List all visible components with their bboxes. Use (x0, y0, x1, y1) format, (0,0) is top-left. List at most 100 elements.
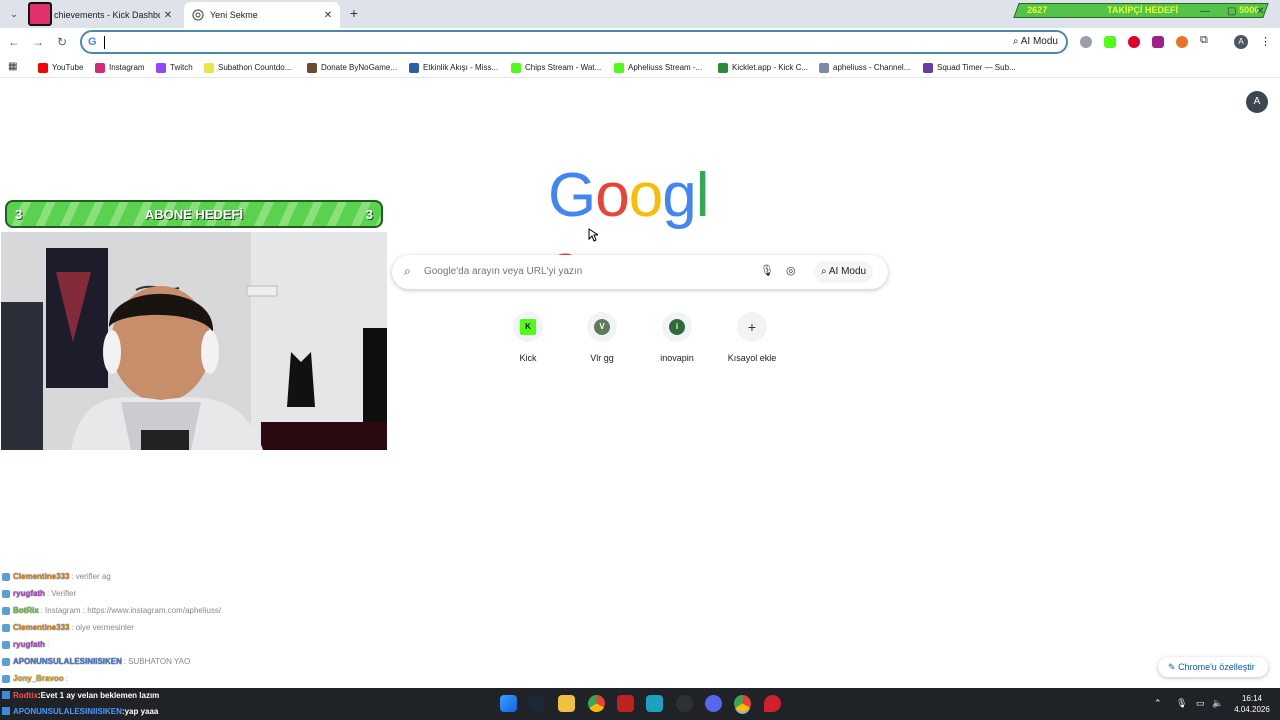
shortcut-icon-circle: V (587, 312, 617, 342)
microphone-tray-icon[interactable]: 🎙 (1176, 698, 1187, 709)
extensions-puzzle-icon[interactable]: ⧉ (1200, 34, 1212, 46)
shortcut-favicon-icon: K (520, 319, 536, 335)
chat-text: Evet 1 ay velan beklemen lazım (40, 690, 160, 700)
shield-extension-icon[interactable] (1080, 36, 1092, 48)
close-window-button[interactable]: ✕ (1256, 6, 1264, 17)
bookmark-item[interactable]: Twitch (156, 61, 193, 74)
bookmark-label: Donate ByNoGame... (321, 63, 398, 72)
windows-start-icon[interactable] (500, 695, 517, 712)
chrome-menu-button[interactable]: ⋮ (1260, 35, 1271, 48)
chat-separator: : (123, 657, 127, 666)
discord-icon[interactable] (705, 695, 722, 712)
display-tray-icon[interactable]: ▭ (1196, 698, 1205, 709)
bookmark-item[interactable]: Subathon Countdo... (204, 61, 291, 74)
tab-close-button[interactable]: ✕ (160, 10, 176, 21)
chat-message: APONUNSULALESINIISIKEN : SUBHATON YAO (2, 655, 190, 668)
chevron-up-icon[interactable]: ⌃ (1154, 698, 1162, 709)
ai-mode-search-button[interactable]: ⌕ AI Modu (814, 261, 874, 283)
bookmark-item[interactable]: YouTube (38, 61, 83, 74)
chat-username: Jony_Bravoo (13, 674, 64, 683)
system-clock[interactable]: 16:14 4.04.2026 (1228, 693, 1276, 715)
chat-username: BotRix (13, 606, 39, 615)
bookmark-label: YouTube (52, 63, 84, 72)
forward-button[interactable]: → (30, 34, 46, 50)
chat-separator: : (47, 640, 50, 649)
bookmark-item[interactable]: Chips Stream - Wat... (511, 61, 601, 74)
search-input[interactable] (424, 261, 744, 281)
video-app-icon[interactable] (617, 695, 634, 712)
tab-title: Yeni Sekme (210, 10, 258, 20)
bookmark-favicon-icon (409, 62, 419, 73)
google-lens-icon[interactable]: ◎ (786, 264, 796, 277)
google-account-avatar[interactable]: A (1246, 91, 1268, 113)
opera-extension-icon[interactable] (1128, 36, 1140, 48)
shortcut-tile[interactable]: V Vlr gg (565, 310, 639, 370)
minimize-button[interactable]: — (1200, 6, 1210, 17)
shortcut-tile[interactable]: i inovapin (640, 310, 714, 370)
chat-message: ryugfath : (2, 638, 51, 651)
shortcut-favicon-icon: i (669, 319, 685, 335)
file-explorer-icon[interactable] (558, 695, 575, 712)
customize-chrome-button[interactable]: ✎ Chrome'u özelleştir (1158, 657, 1268, 677)
purple-extension-icon[interactable] (1152, 36, 1164, 48)
orange-extension-icon[interactable] (1176, 36, 1188, 48)
google-logo: Google (548, 160, 732, 301)
profile-avatar[interactable]: A (1234, 35, 1248, 49)
chat-message: Jony_Bravoo : (2, 672, 70, 685)
shortcut-tile[interactable]: K Kick (491, 310, 565, 370)
chat-username: APONUNSULALESINIISIKEN (13, 706, 122, 716)
bookmark-item[interactable]: Apheliuss Stream -... (614, 61, 702, 74)
tab-kick-dashboard[interactable]: chievements - Kick Dashboard ✕ (28, 2, 180, 28)
add-shortcut-tile[interactable]: + Kısayol ekle (715, 310, 789, 370)
ai-mode-button[interactable]: ⌕ AI Modu (1013, 36, 1058, 47)
google-g-icon: G (88, 36, 97, 48)
google-search-box[interactable]: ⌕ 🎙 ◎ ⌕ AI Modu (392, 255, 888, 289)
location-app-icon[interactable] (764, 695, 781, 712)
search-icon: ⌕ (404, 264, 411, 278)
instagram-overlay-icon (28, 2, 52, 26)
bookmark-label: Squad Timer — Sub... (937, 63, 1016, 72)
new-tab-button[interactable]: + (346, 6, 362, 22)
chrome-taskbar-icon[interactable] (588, 695, 605, 712)
shortcut-label: inovapin (660, 353, 694, 363)
address-bar[interactable]: G ⌕ AI Modu (80, 30, 1068, 54)
steam-icon[interactable] (528, 695, 545, 712)
logo-letter: o (595, 161, 629, 230)
chat-username: ryugfath (13, 589, 45, 598)
logo-letter: g (662, 161, 696, 230)
tab-close-button[interactable]: ✕ (320, 10, 336, 21)
chat-text: Verifler (51, 589, 77, 598)
bookmark-favicon-icon (38, 62, 48, 73)
chrome-active-taskbar-icon[interactable] (734, 695, 751, 712)
follower-goal-current: 2627 (1027, 5, 1048, 15)
bookmark-item[interactable]: Squad Timer — Sub... (923, 61, 1016, 74)
subscriber-goal-bar: 3 ABONE HEDEFİ 3 (5, 200, 383, 228)
ai-mode-label: AI Modu (828, 266, 867, 277)
bookmark-item[interactable]: Kicklet.app - Kick C... (718, 61, 808, 74)
shortcut-icon-circle: + (737, 312, 767, 342)
chat-separator: : (71, 572, 74, 581)
microphone-icon[interactable]: 🎙 (760, 264, 774, 277)
bookmark-item[interactable]: Instagram (95, 61, 145, 74)
obs-icon[interactable] (676, 695, 693, 712)
shortcut-icon-circle: i (662, 312, 692, 342)
tab-search-button[interactable]: ⌄ (6, 6, 22, 22)
pencil-icon: ✎ (1168, 662, 1176, 672)
tab-new-tab[interactable]: Yeni Sekme ✕ (184, 2, 340, 28)
bookmark-item[interactable]: apheliuss - Channel... (819, 61, 910, 74)
bookmark-item[interactable]: Etkinlik Akışı - Miss... (409, 61, 498, 74)
editor-app-icon[interactable] (646, 695, 663, 712)
back-button[interactable]: ← (6, 34, 22, 50)
mouse-cursor-icon (588, 228, 598, 242)
shortcut-icon-circle: K (513, 312, 543, 342)
reload-button[interactable]: ↻ (54, 34, 70, 50)
bookmarks-bar: ▦ YouTube Instagram Twitch Subathon Countdo… (0, 56, 1280, 78)
kick-extension-icon[interactable] (1104, 36, 1116, 48)
bookmark-favicon-icon (95, 62, 105, 73)
speaker-icon[interactable]: 🔈 (1212, 698, 1223, 709)
bookmark-item[interactable]: Donate ByNoGame... (307, 61, 397, 74)
apps-grid-icon[interactable]: ▦ (8, 61, 17, 72)
shortcut-label: Vlr gg (590, 353, 614, 363)
maximize-button[interactable]: ▢ (1227, 6, 1236, 17)
chat-badge-icon (2, 623, 10, 632)
